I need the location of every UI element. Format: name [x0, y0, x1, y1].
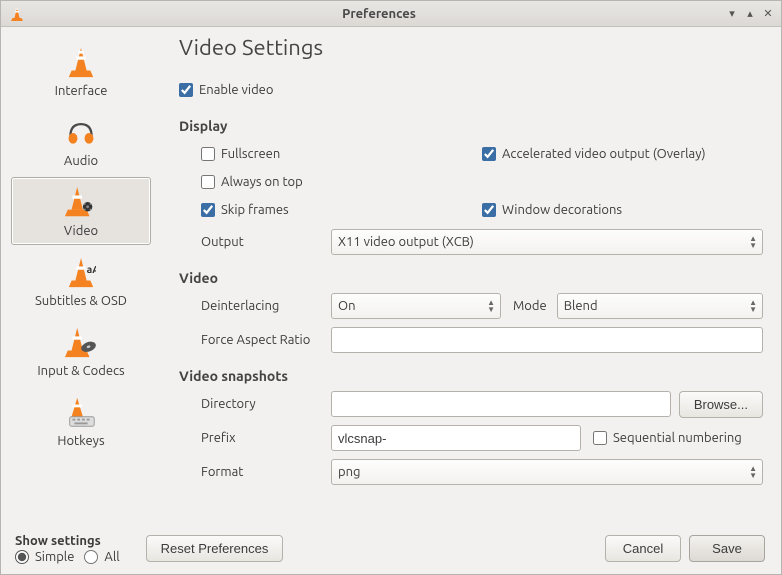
output-select[interactable]: X11 video output (XCB) — [331, 229, 763, 255]
cone-film-icon — [64, 184, 98, 222]
svg-text:aA: aA — [87, 263, 96, 275]
sidebar-item-interface[interactable]: Interface — [11, 37, 151, 105]
fullscreen-checkbox[interactable]: Fullscreen — [201, 140, 482, 168]
accelerated-checkbox[interactable]: Accelerated video output (Overlay) — [482, 140, 763, 168]
window-title: Preferences — [31, 7, 727, 21]
prefix-input[interactable] — [331, 425, 581, 451]
titlebar: Preferences ▾ ▴ ✕ — [1, 1, 781, 27]
close-icon[interactable]: ✕ — [763, 9, 773, 19]
fullscreen-label: Fullscreen — [221, 147, 280, 161]
window-decorations-checkbox[interactable]: Window decorations — [482, 196, 763, 224]
sequential-checkbox[interactable]: Sequential numbering — [593, 431, 742, 445]
simple-radio-input[interactable] — [15, 550, 29, 564]
headphones-icon — [65, 114, 97, 152]
sidebar-item-label: Input & Codecs — [37, 364, 124, 378]
enable-video-label: Enable video — [199, 83, 273, 97]
format-value: png — [338, 465, 361, 479]
sidebar-item-label: Interface — [55, 84, 108, 98]
mode-label: Mode — [513, 299, 547, 313]
all-radio-input[interactable] — [84, 550, 98, 564]
sidebar-item-label: Subtitles & OSD — [35, 294, 127, 308]
browse-button[interactable]: Browse... — [679, 391, 763, 418]
format-select[interactable]: png — [331, 459, 763, 485]
sidebar-item-label: Video — [64, 224, 98, 238]
accelerated-input[interactable] — [482, 147, 496, 161]
window-decorations-input[interactable] — [482, 203, 496, 217]
output-value: X11 video output (XCB) — [338, 235, 474, 249]
fullscreen-input[interactable] — [201, 147, 215, 161]
sidebar-item-label: Audio — [64, 154, 98, 168]
save-button[interactable]: Save — [689, 535, 765, 562]
sidebar: Interface Audio Video aA Subtitles & OSD — [1, 27, 161, 525]
sequential-label: Sequential numbering — [613, 431, 742, 445]
sidebar-item-hotkeys[interactable]: Hotkeys — [11, 387, 151, 455]
show-settings-group: Show settings Simple All — [1, 534, 130, 574]
enable-video-checkbox[interactable]: Enable video — [179, 83, 273, 97]
accelerated-label: Accelerated video output (Overlay) — [502, 147, 706, 161]
skip-frames-checkbox[interactable]: Skip frames — [201, 196, 482, 224]
force-ar-label: Force Aspect Ratio — [201, 333, 331, 347]
maximize-icon[interactable]: ▴ — [745, 9, 755, 19]
mode-value: Blend — [564, 299, 598, 313]
sidebar-item-label: Hotkeys — [57, 434, 104, 448]
directory-label: Directory — [201, 397, 331, 411]
all-label: All — [104, 550, 119, 564]
always-on-top-checkbox[interactable]: Always on top — [201, 168, 482, 196]
simple-label: Simple — [35, 550, 74, 564]
deinterlacing-value: On — [338, 299, 356, 313]
show-settings-title: Show settings — [15, 534, 120, 548]
sidebar-item-video[interactable]: Video — [11, 177, 151, 245]
video-section-title: Video — [179, 270, 763, 286]
mode-select[interactable]: Blend — [557, 293, 763, 319]
always-on-top-label: Always on top — [221, 175, 303, 189]
always-on-top-input[interactable] — [201, 175, 215, 189]
deinterlacing-label: Deinterlacing — [201, 299, 331, 313]
reset-preferences-button[interactable]: Reset Preferences — [146, 535, 284, 562]
cancel-button[interactable]: Cancel — [605, 535, 681, 562]
window-controls: ▾ ▴ ✕ — [727, 9, 773, 19]
skip-frames-label: Skip frames — [221, 203, 289, 217]
sidebar-item-subtitles[interactable]: aA Subtitles & OSD — [11, 247, 151, 315]
skip-frames-input[interactable] — [201, 203, 215, 217]
prefix-label: Prefix — [201, 431, 331, 445]
show-settings-all-radio[interactable]: All — [84, 550, 119, 564]
sidebar-item-audio[interactable]: Audio — [11, 107, 151, 175]
vlc-app-icon — [9, 6, 25, 22]
force-ar-input[interactable] — [331, 327, 763, 353]
sidebar-item-input-codecs[interactable]: Input & Codecs — [11, 317, 151, 385]
output-label: Output — [201, 235, 331, 249]
sequential-input[interactable] — [593, 431, 607, 445]
show-settings-simple-radio[interactable]: Simple — [15, 550, 74, 564]
content-panel: Video Settings Enable video Display Full… — [161, 27, 781, 525]
display-section-title: Display — [179, 118, 763, 134]
window-decorations-label: Window decorations — [502, 203, 622, 217]
format-label: Format — [201, 465, 331, 479]
enable-video-input[interactable] — [179, 83, 193, 97]
snapshots-section-title: Video snapshots — [179, 368, 763, 384]
cone-text-icon: aA — [66, 254, 96, 292]
cone-keyboard-icon — [64, 394, 98, 432]
cone-icon — [66, 44, 96, 82]
cone-disc-icon — [64, 324, 98, 362]
minimize-icon[interactable]: ▾ — [727, 9, 737, 19]
directory-input[interactable] — [331, 391, 671, 417]
page-title: Video Settings — [179, 35, 763, 60]
deinterlacing-select[interactable]: On — [331, 293, 501, 319]
